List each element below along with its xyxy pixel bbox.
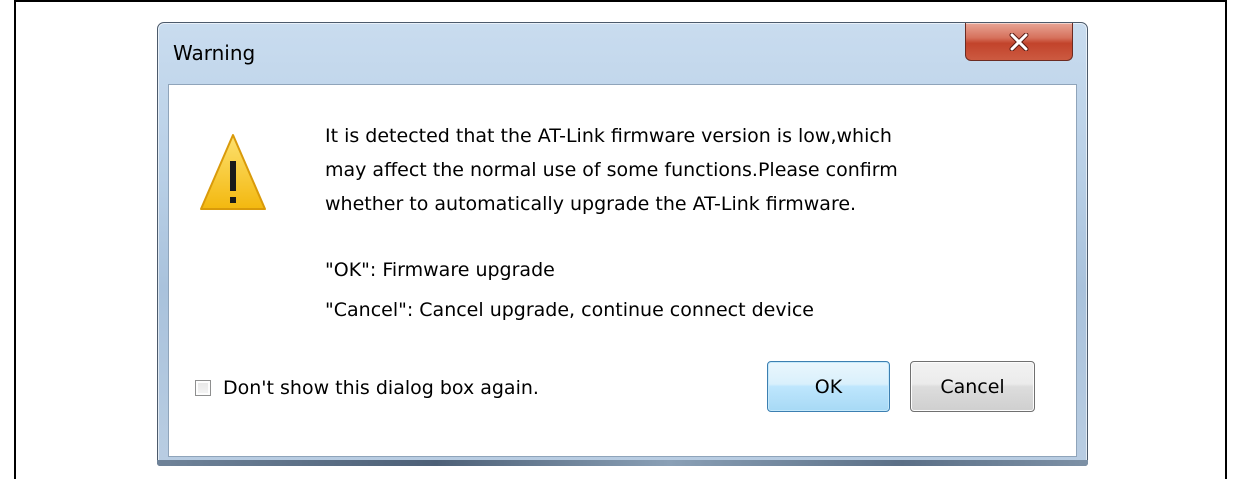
- dont-show-again-row[interactable]: Don't show this dialog box again.: [195, 377, 539, 399]
- ok-option-description: "OK": Firmware upgrade: [325, 259, 555, 281]
- cancel-option-description: "Cancel": Cancel upgrade, continue conne…: [325, 299, 814, 321]
- message-line: It is detected that the AT-Link firmware…: [325, 125, 892, 147]
- warning-triangle-icon: [200, 134, 266, 210]
- cancel-button[interactable]: Cancel: [910, 361, 1035, 412]
- close-button[interactable]: [965, 23, 1073, 61]
- close-icon: [1009, 32, 1029, 51]
- warning-dialog: Warning It is detected that the AT-Link …: [157, 22, 1088, 466]
- ok-button[interactable]: OK: [767, 361, 890, 412]
- dialog-bottom-edge: [157, 460, 1088, 466]
- dont-show-again-checkbox[interactable]: [195, 380, 211, 396]
- dialog-title: Warning: [173, 41, 256, 65]
- dialog-content: It is detected that the AT-Link firmware…: [168, 84, 1077, 457]
- dont-show-again-label[interactable]: Don't show this dialog box again.: [223, 377, 539, 399]
- message-line: may affect the normal use of some functi…: [325, 159, 898, 181]
- message-line: whether to automatically upgrade the AT-…: [325, 193, 857, 215]
- warning-message: It is detected that the AT-Link firmware…: [325, 119, 1025, 221]
